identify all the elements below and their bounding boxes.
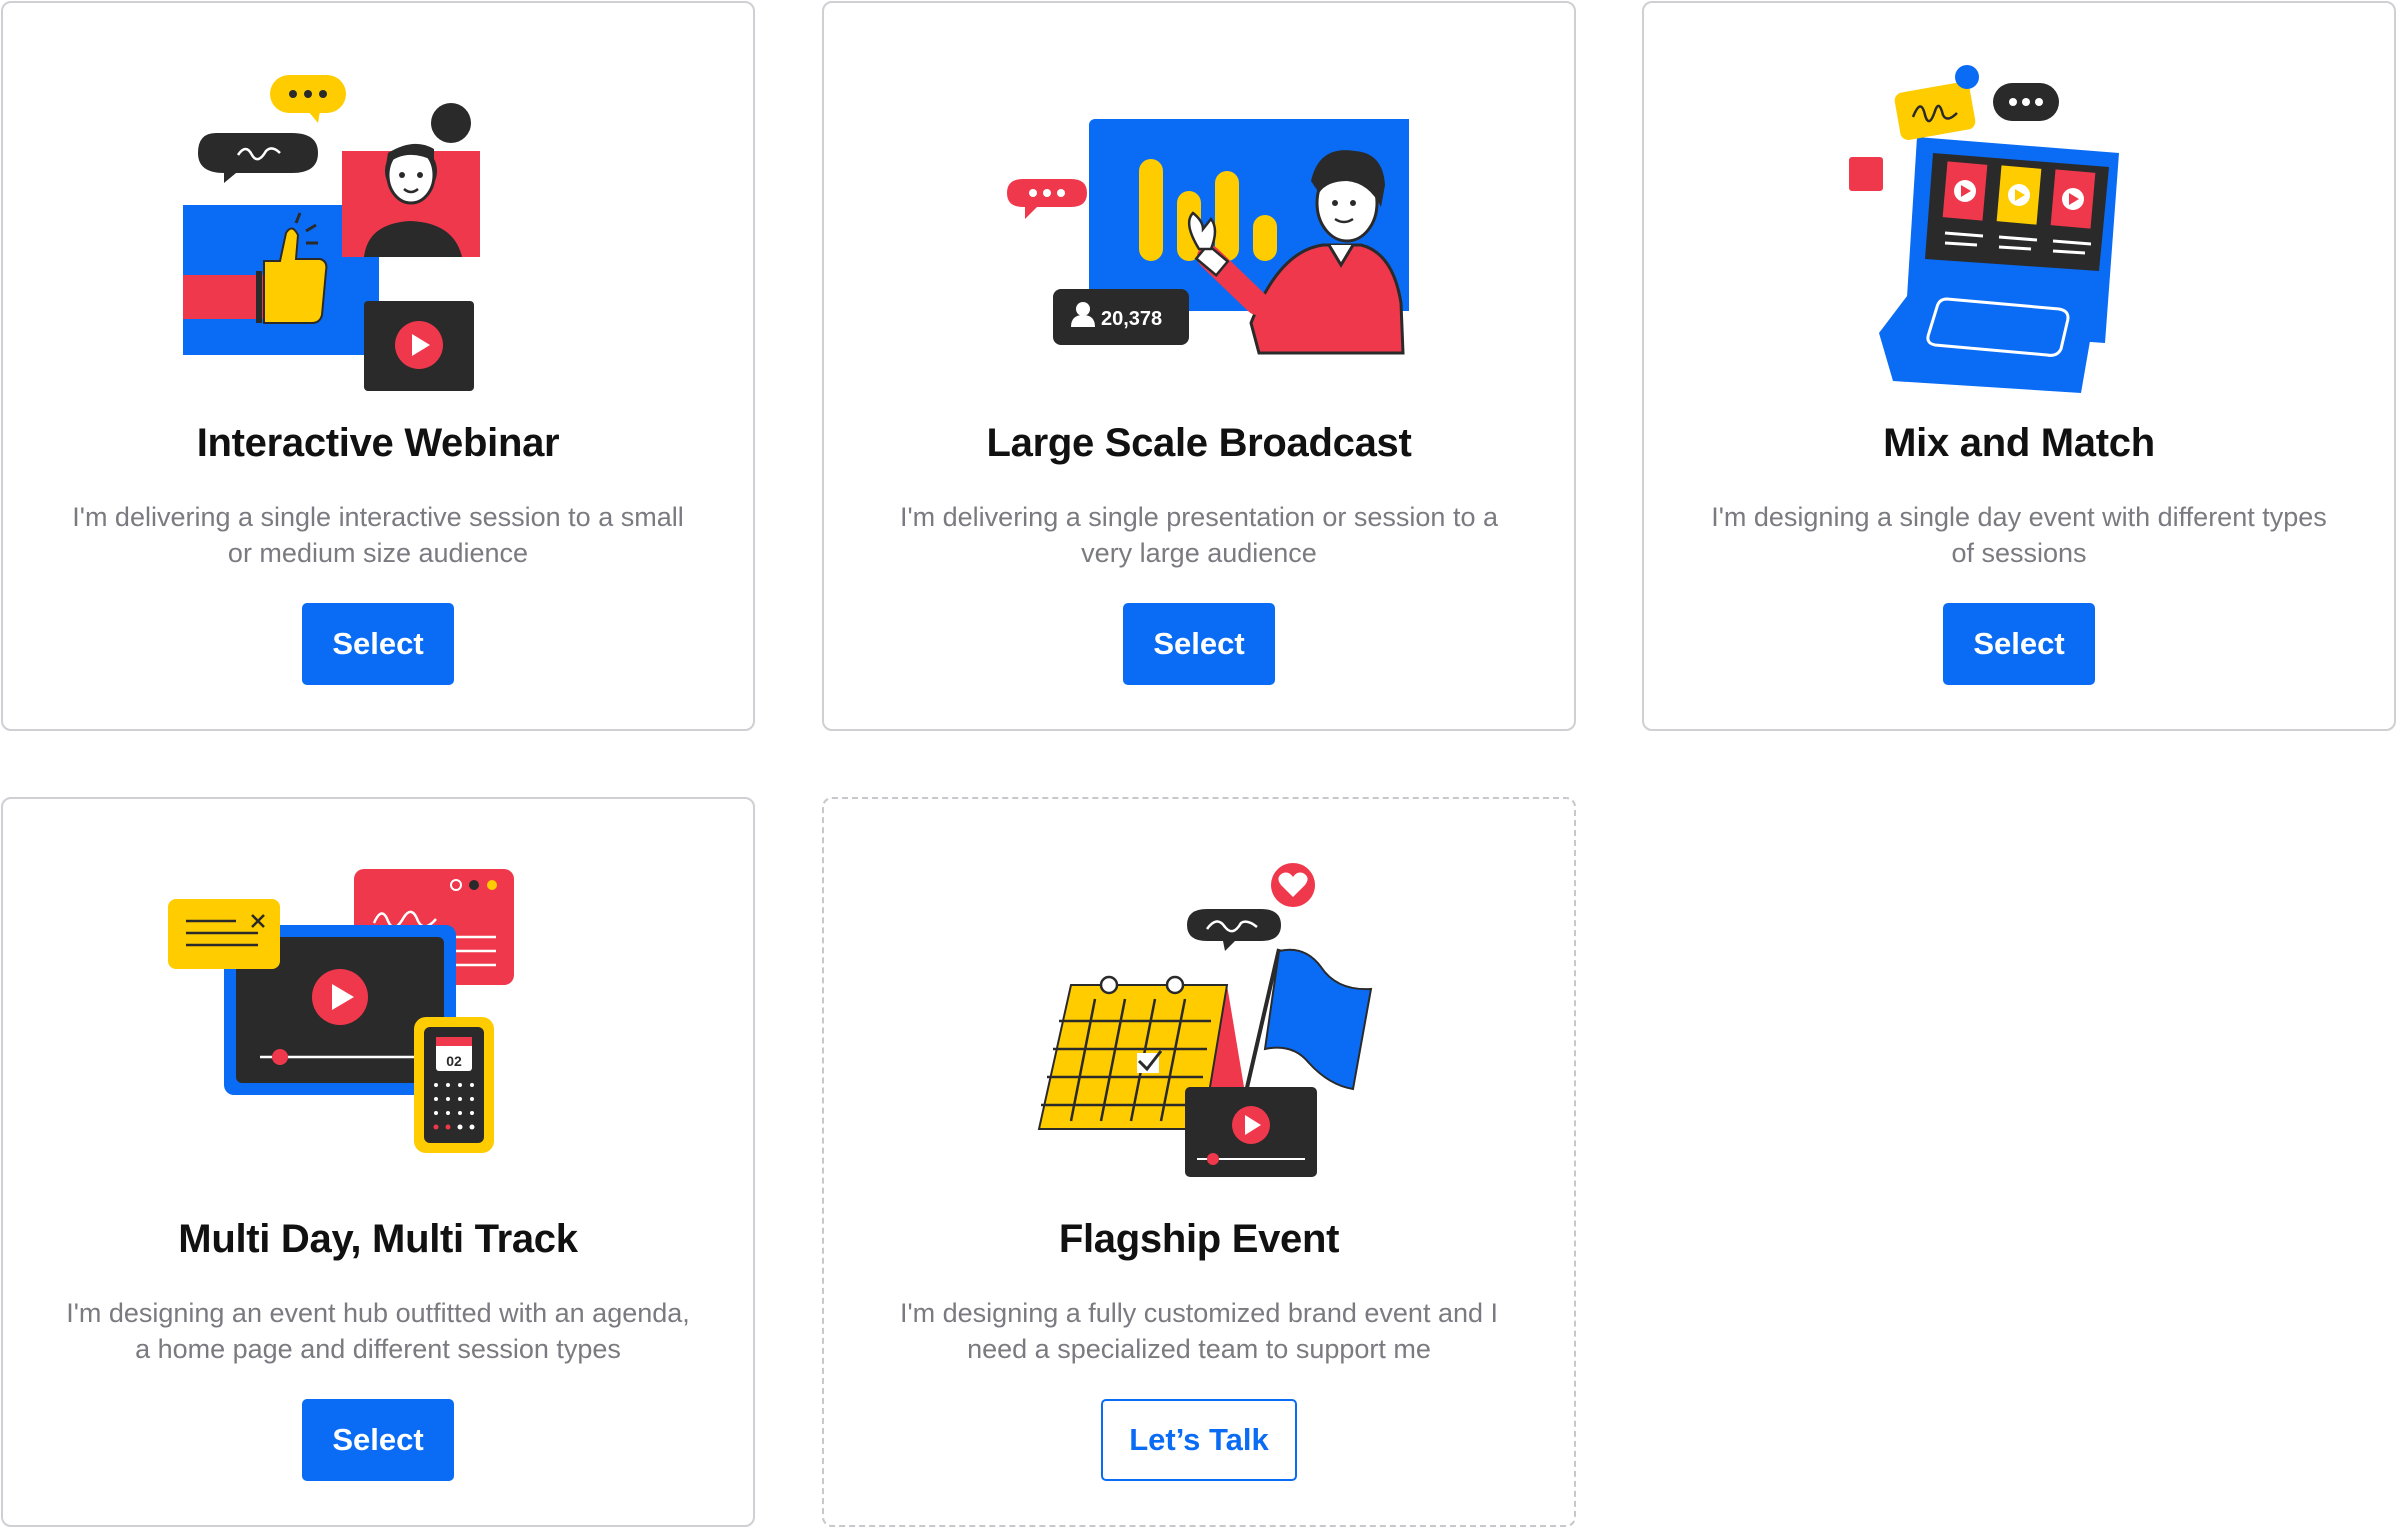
- select-button[interactable]: Select: [302, 603, 454, 685]
- card-interactive-webinar: Interactive Webinar I'm delivering a sin…: [1, 1, 755, 731]
- calendar-day: 02: [446, 1053, 462, 1069]
- card-description: I'm designing a fully customized brand e…: [900, 1298, 1498, 1364]
- webinar-illustration: [168, 53, 588, 403]
- card-title: Mix and Match: [1883, 421, 2155, 465]
- card-flagship-event: Flagship Event I'm designing a fully cus…: [822, 797, 1576, 1527]
- viewer-count: 20,378: [1101, 308, 1162, 330]
- laptop-illustration: [1809, 53, 2229, 403]
- lets-talk-button[interactable]: Let’s Talk: [1101, 1399, 1297, 1481]
- card-multi-day-multi-track: 02 Multi Day, Multi Track I'm designing …: [1, 797, 755, 1527]
- select-button[interactable]: Select: [1123, 603, 1275, 685]
- card-description: I'm delivering a single interactive sess…: [72, 502, 684, 568]
- card-large-scale-broadcast: 20,378 Large Scale Broadcast I'm deliver…: [822, 1, 1576, 731]
- card-title: Large Scale Broadcast: [986, 421, 1412, 465]
- card-description: I'm designing an event hub outfitted wit…: [66, 1298, 690, 1364]
- card-description: I'm delivering a single presentation or …: [900, 502, 1498, 568]
- broadcast-illustration: 20,378: [989, 53, 1409, 403]
- flagship-illustration: [989, 849, 1409, 1199]
- card-title: Multi Day, Multi Track: [178, 1217, 578, 1261]
- card-description: I'm designing a single day event with di…: [1711, 502, 2327, 568]
- select-button[interactable]: Select: [302, 1399, 454, 1481]
- select-button[interactable]: Select: [1943, 603, 2095, 685]
- card-mix-and-match: Mix and Match I'm designing a single day…: [1642, 1, 2396, 731]
- card-title: Flagship Event: [1058, 1217, 1340, 1261]
- card-title: Interactive Webinar: [196, 421, 560, 465]
- multi-track-illustration: 02: [168, 849, 588, 1199]
